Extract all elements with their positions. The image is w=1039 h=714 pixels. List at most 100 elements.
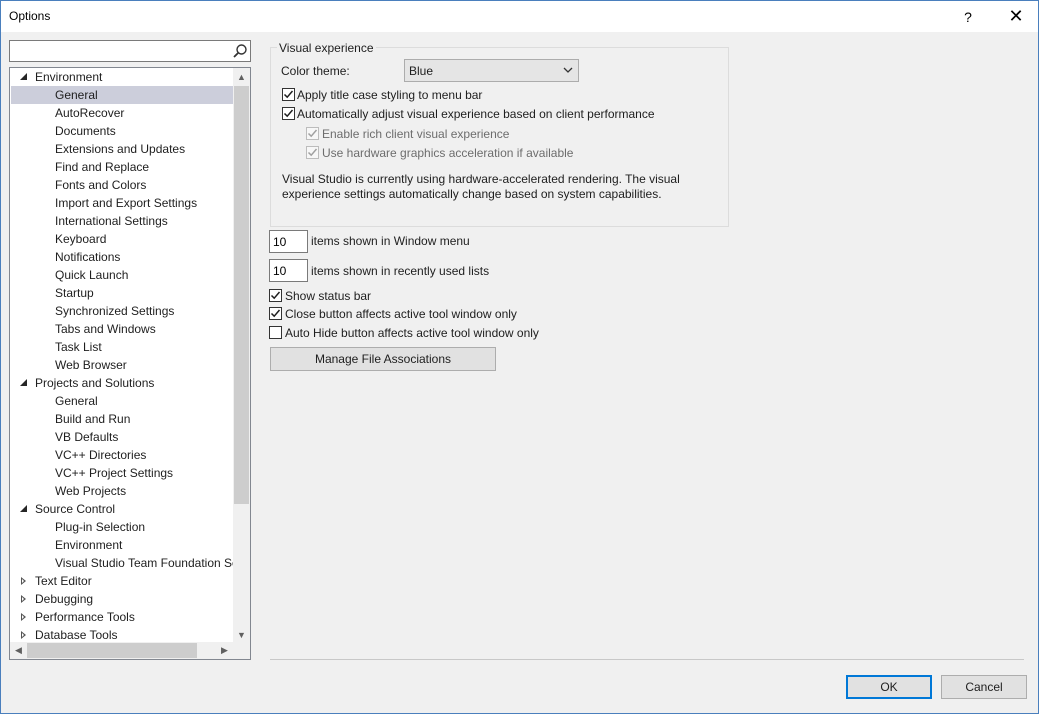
scroll-thumb-horizontal[interactable]	[27, 643, 197, 658]
recent-lists-count-label: items shown in recently used lists	[311, 264, 490, 278]
tree-category[interactable]: Environment	[11, 68, 233, 86]
tree-item-label: VC++ Directories	[55, 448, 147, 462]
scroll-right-arrow-icon[interactable]: ▶	[216, 642, 233, 659]
close-button-active-checkbox[interactable]	[269, 307, 282, 320]
show-status-bar-checkbox[interactable]	[269, 289, 282, 302]
autohide-active-checkbox[interactable]	[269, 326, 282, 339]
tree-item-label: AutoRecover	[55, 106, 125, 120]
tree-item[interactable]: Documents	[11, 122, 233, 140]
window-title: Options	[9, 9, 51, 23]
checkmark-icon	[270, 309, 281, 318]
color-theme-value: Blue	[409, 64, 434, 78]
tree-item-label: Source Control	[35, 502, 116, 516]
help-button[interactable]: ?	[945, 1, 991, 32]
footer-divider	[270, 659, 1024, 660]
tree-category[interactable]: Debugging	[11, 590, 233, 608]
tree-item[interactable]: Extensions and Updates	[11, 140, 233, 158]
tree-vertical-scrollbar[interactable]: ▲ ▼	[233, 68, 250, 643]
checkmark-icon	[307, 148, 318, 157]
ok-label: OK	[880, 680, 898, 694]
tree-item[interactable]: Fonts and Colors	[11, 176, 233, 194]
cancel-label: Cancel	[965, 680, 1003, 694]
tree-item-label: General	[55, 88, 98, 102]
tree-item-label: International Settings	[55, 214, 168, 228]
tree-item[interactable]: Startup	[11, 284, 233, 302]
options-tree[interactable]: Environment General AutoRecover Documents Ex…	[9, 67, 251, 660]
tree-item[interactable]: General	[11, 86, 233, 104]
tree-item[interactable]: Synchronized Settings	[11, 302, 233, 320]
manage-file-associations-button[interactable]: Manage File Associations	[270, 347, 496, 371]
search-icon[interactable]	[232, 43, 248, 59]
tree-item-label: Synchronized Settings	[55, 304, 175, 318]
tree-item-label: Plug-in Selection	[55, 520, 146, 534]
tree-item[interactable]: Plug-in Selection	[11, 518, 233, 536]
scroll-down-arrow-icon[interactable]: ▼	[233, 626, 250, 643]
expanded-arrow-icon[interactable]	[20, 73, 27, 80]
tree-item[interactable]: Keyboard	[11, 230, 233, 248]
hardware-acceleration-checkbox[interactable]	[306, 146, 319, 159]
tree-item-label: General	[55, 394, 98, 408]
tree-item[interactable]: Import and Export Settings	[11, 194, 233, 212]
color-theme-dropdown[interactable]: Blue	[404, 59, 579, 82]
tree-horizontal-scrollbar[interactable]: ◀ ▶	[10, 642, 233, 659]
tree-item-label: Web Browser	[55, 358, 127, 372]
tree-item-label: Web Projects	[55, 484, 127, 498]
rich-client-checkbox[interactable]	[306, 127, 319, 140]
tree-item[interactable]: General	[11, 392, 233, 410]
window-menu-count-field[interactable]	[269, 230, 308, 253]
tree-item-label: VC++ Project Settings	[55, 466, 174, 480]
tree-item[interactable]: VC++ Directories	[11, 446, 233, 464]
title-bar: Options ? ✕	[1, 1, 1038, 32]
checkmark-icon	[270, 291, 281, 300]
tree-item-label: Environment	[55, 538, 123, 552]
tree-item[interactable]: Web Browser	[11, 356, 233, 374]
tree-item[interactable]: Task List	[11, 338, 233, 356]
tree-item[interactable]: VC++ Project Settings	[11, 464, 233, 482]
collapsed-arrow-icon[interactable]	[21, 613, 26, 621]
tree-category[interactable]: Projects and Solutions	[11, 374, 233, 392]
tree-item[interactable]: Visual Studio Team Foundation Server	[11, 554, 233, 572]
search-input[interactable]	[12, 42, 230, 60]
rendering-info-line1: Visual Studio is currently using hardwar…	[282, 172, 680, 186]
apply-title-case-checkbox[interactable]	[282, 88, 295, 101]
tree-item[interactable]: VB Defaults	[11, 428, 233, 446]
collapsed-arrow-icon[interactable]	[21, 577, 26, 585]
tree-item-label: Task List	[55, 340, 102, 354]
options-search-box[interactable]	[9, 40, 251, 62]
tree-item-label: Import and Export Settings	[55, 196, 198, 210]
tree-item[interactable]: Tabs and Windows	[11, 320, 233, 338]
tree-item[interactable]: Web Projects	[11, 482, 233, 500]
tree-item-label: Text Editor	[35, 574, 92, 588]
tree-item-label: Fonts and Colors	[55, 178, 147, 192]
tree-item-label: Tabs and Windows	[55, 322, 156, 336]
tree-item-label: Notifications	[55, 250, 121, 264]
cancel-button[interactable]: Cancel	[941, 675, 1027, 699]
recent-lists-count-input[interactable]	[273, 263, 305, 278]
tree-item[interactable]: Notifications	[11, 248, 233, 266]
tree-category[interactable]: Performance Tools	[11, 608, 233, 626]
tree-item[interactable]: AutoRecover	[11, 104, 233, 122]
window-menu-count-input[interactable]	[273, 234, 305, 249]
tree-item[interactable]: Quick Launch	[11, 266, 233, 284]
tree-item[interactable]: International Settings	[11, 212, 233, 230]
tree-category[interactable]: Source Control	[11, 500, 233, 518]
expanded-arrow-icon[interactable]	[20, 379, 27, 386]
show-status-bar-label: Show status bar	[285, 289, 372, 303]
scroll-left-arrow-icon[interactable]: ◀	[10, 642, 27, 659]
window-menu-count-label: items shown in Window menu	[311, 234, 470, 248]
close-button[interactable]: ✕	[993, 1, 1039, 32]
autohide-active-label: Auto Hide button affects active tool win…	[285, 326, 539, 340]
auto-adjust-checkbox[interactable]	[282, 107, 295, 120]
recent-lists-count-field[interactable]	[269, 259, 308, 282]
ok-button[interactable]: OK	[846, 675, 932, 699]
expanded-arrow-icon[interactable]	[20, 505, 27, 512]
tree-item[interactable]: Find and Replace	[11, 158, 233, 176]
tree-category[interactable]: Text Editor	[11, 572, 233, 590]
scroll-up-arrow-icon[interactable]: ▲	[233, 68, 250, 85]
scroll-thumb[interactable]	[234, 86, 249, 504]
tree-item[interactable]: Environment	[11, 536, 233, 554]
rendering-info-line2: experience settings automatically change…	[282, 187, 662, 201]
collapsed-arrow-icon[interactable]	[21, 595, 26, 603]
tree-item[interactable]: Build and Run	[11, 410, 233, 428]
collapsed-arrow-icon[interactable]	[21, 631, 26, 639]
